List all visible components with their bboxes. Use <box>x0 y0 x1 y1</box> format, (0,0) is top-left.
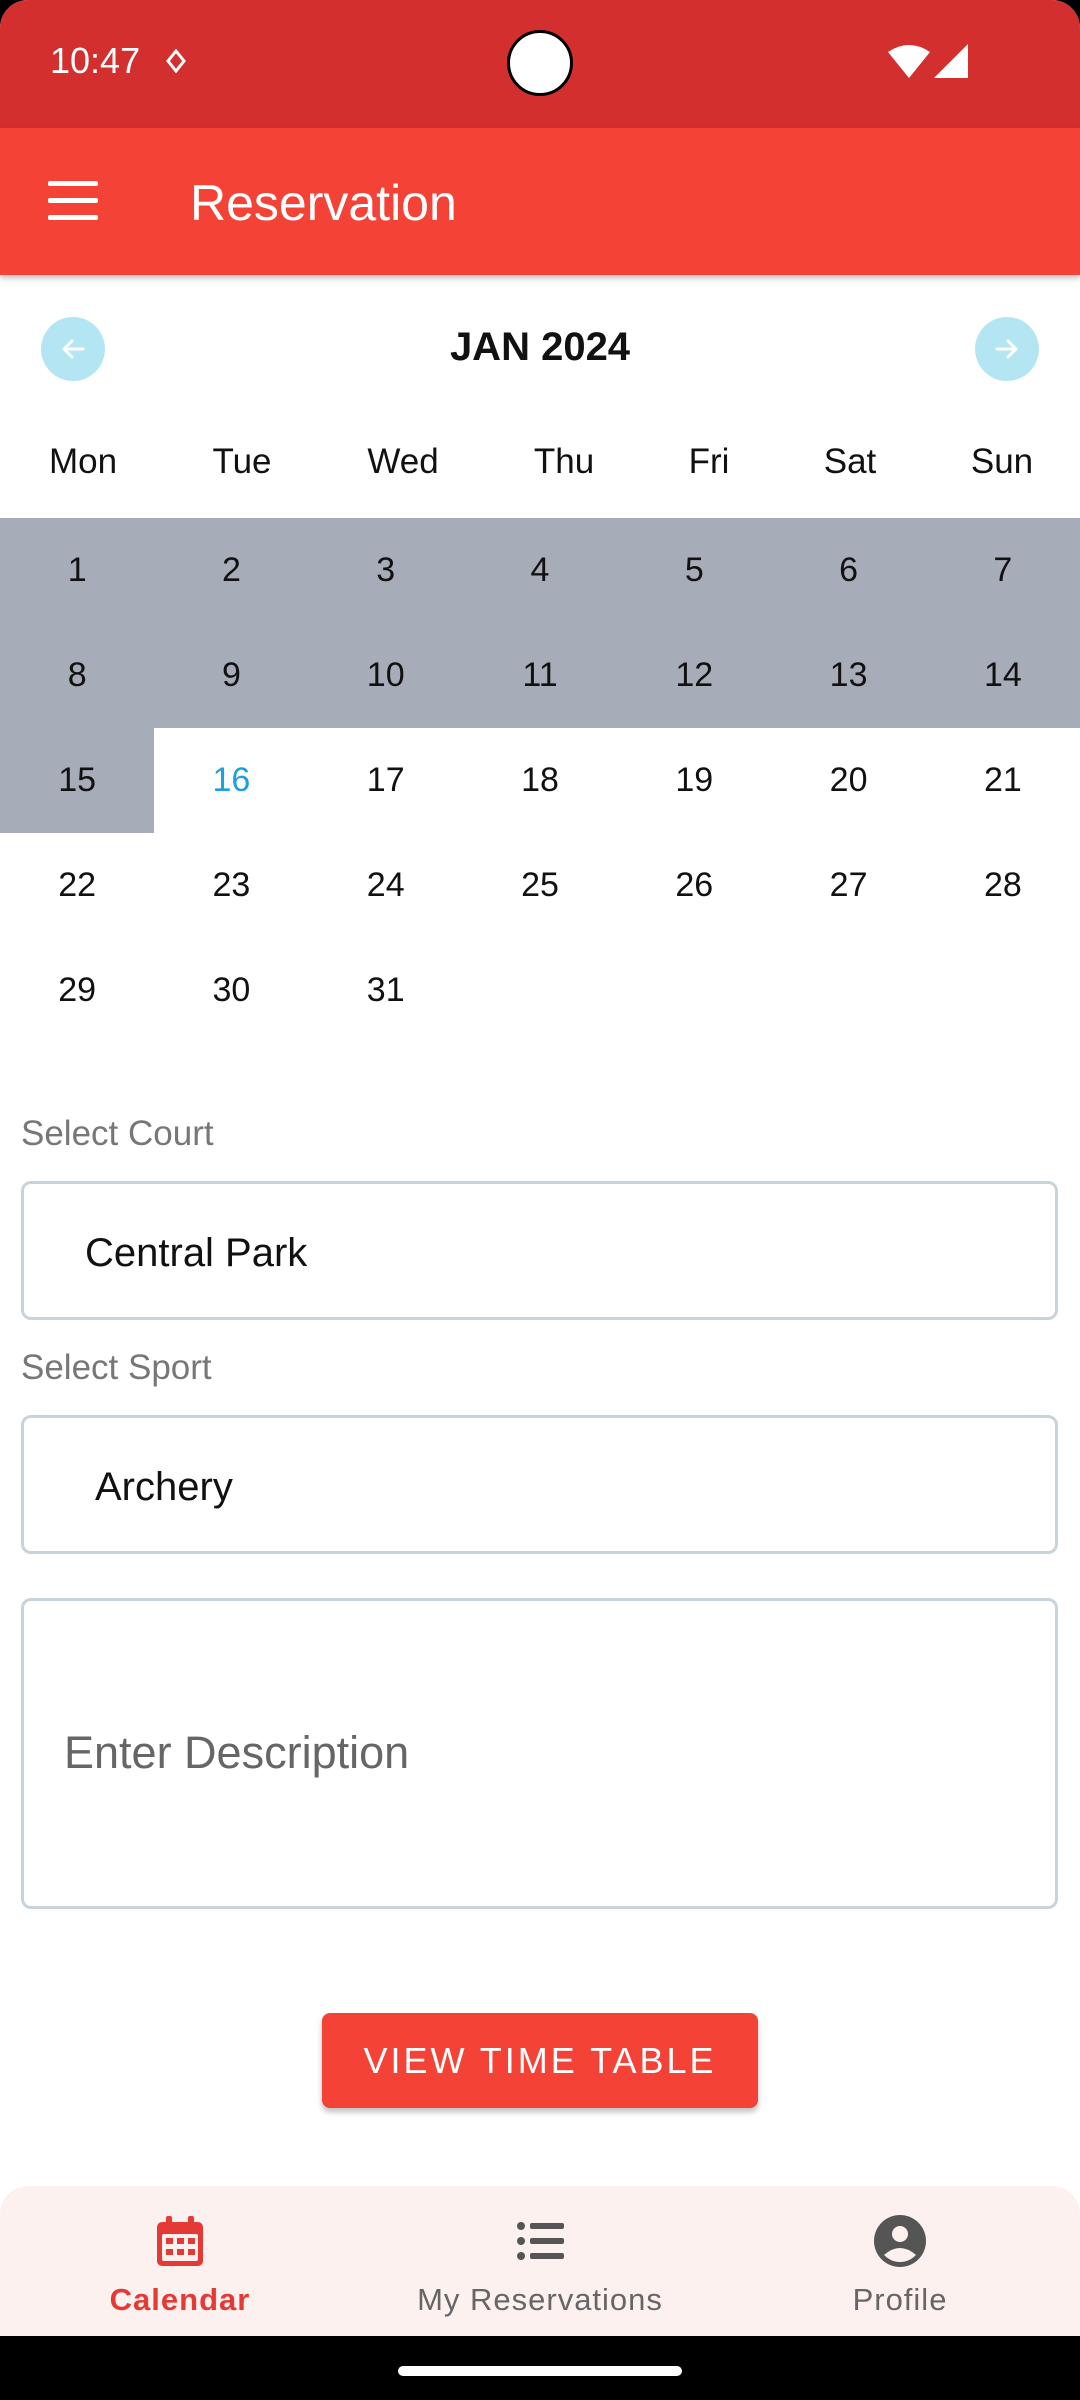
weekday-label: Fri <box>688 442 730 481</box>
weekday-label: Mon <box>48 442 118 481</box>
weekday-label: Sun <box>970 442 1034 481</box>
next-month-button[interactable] <box>975 317 1039 381</box>
weekday-label: Tue <box>212 442 272 481</box>
nav-label: Profile <box>852 2282 948 2317</box>
calendar-day[interactable]: 31 <box>309 938 463 1043</box>
description-placeholder: Enter Description <box>64 1727 410 1778</box>
calendar-day: 7 <box>925 518 1080 623</box>
camera-cutout <box>507 30 573 96</box>
calendar-header: JAN 2024 <box>0 300 1080 400</box>
calendar-day[interactable]: 18 <box>463 728 617 833</box>
nav-label: Calendar <box>109 2282 251 2317</box>
court-value: Central Park <box>85 1231 308 1275</box>
description-field[interactable]: Enter Description <box>21 1598 1058 1909</box>
weekday-header: Mon Tue Wed Thu Fri Sat Sun <box>0 442 1080 502</box>
calendar-day: 13 <box>771 623 926 728</box>
bottom-navigation: Calendar My Reservations Profile <box>0 2186 1080 2336</box>
weekday-label: Sat <box>823 442 877 481</box>
nav-calendar[interactable]: Calendar <box>0 2186 360 2336</box>
arrow-right-icon <box>995 339 1018 359</box>
calendar-day: 1 <box>0 518 155 623</box>
account-circle-icon <box>874 2215 926 2267</box>
calendar-day[interactable]: 22 <box>0 833 154 938</box>
page-title: Reservation <box>190 175 457 231</box>
calendar-day[interactable]: 28 <box>926 833 1080 938</box>
calendar-day[interactable]: 23 <box>154 833 308 938</box>
calendar-day: 9 <box>154 623 309 728</box>
calendar-day: 5 <box>617 518 772 623</box>
court-label: Select Court <box>21 1114 214 1153</box>
nav-my-reservations[interactable]: My Reservations <box>360 2186 720 2336</box>
calendar-day[interactable]: 29 <box>0 938 154 1043</box>
calendar-day: 6 <box>771 518 926 623</box>
app-bar: Reservation <box>0 128 1080 275</box>
signal-icon <box>934 44 968 78</box>
view-time-table-button[interactable]: VIEW TIME TABLE <box>322 2013 758 2108</box>
calendar-day[interactable]: 19 <box>617 728 771 833</box>
calendar-day: 12 <box>617 623 772 728</box>
calendar-icon <box>157 2216 203 2266</box>
menu-icon[interactable] <box>48 181 98 221</box>
screen: 10:47 Reservation JAN 2024 Mon Tue Wed T… <box>0 0 1080 2400</box>
calendar-day: 2 <box>154 518 309 623</box>
calendar-day: 8 <box>0 623 155 728</box>
sport-label: Select Sport <box>21 1348 212 1387</box>
calendar-day: 10 <box>308 623 463 728</box>
calendar-day[interactable]: 16 <box>154 728 308 833</box>
calendar-day[interactable]: 27 <box>771 833 925 938</box>
wifi-icon <box>888 45 930 78</box>
nav-profile[interactable]: Profile <box>720 2186 1080 2336</box>
calendar-day[interactable]: 17 <box>309 728 463 833</box>
calendar-day: 11 <box>462 623 618 728</box>
weekday-label: Thu <box>533 442 595 481</box>
calendar-day: 4 <box>462 518 618 623</box>
gesture-bar <box>0 2336 1080 2400</box>
calendar-day: 14 <box>925 623 1080 728</box>
notification-icon <box>166 48 186 74</box>
calendar-day[interactable]: 20 <box>771 728 925 833</box>
status-bar: 10:47 <box>0 0 1080 128</box>
calendar-day: 3 <box>308 518 463 623</box>
calendar-day[interactable]: 30 <box>154 938 308 1043</box>
calendar-day[interactable]: 21 <box>926 728 1080 833</box>
home-indicator[interactable] <box>398 2366 682 2376</box>
calendar-day[interactable]: 25 <box>463 833 617 938</box>
weekday-label: Wed <box>367 442 439 481</box>
calendar-day[interactable]: 26 <box>617 833 771 938</box>
calendar-day: 15 <box>0 728 155 833</box>
calendar-day[interactable]: 24 <box>309 833 463 938</box>
month-title: JAN 2024 <box>449 325 631 369</box>
nav-label: My Reservations <box>417 2282 663 2317</box>
court-select[interactable]: Central Park <box>21 1181 1058 1320</box>
sport-select[interactable]: Archery <box>21 1415 1058 1554</box>
list-icon <box>517 2222 564 2260</box>
sport-value: Archery <box>95 1465 233 1509</box>
status-time: 10:47 <box>50 40 141 81</box>
